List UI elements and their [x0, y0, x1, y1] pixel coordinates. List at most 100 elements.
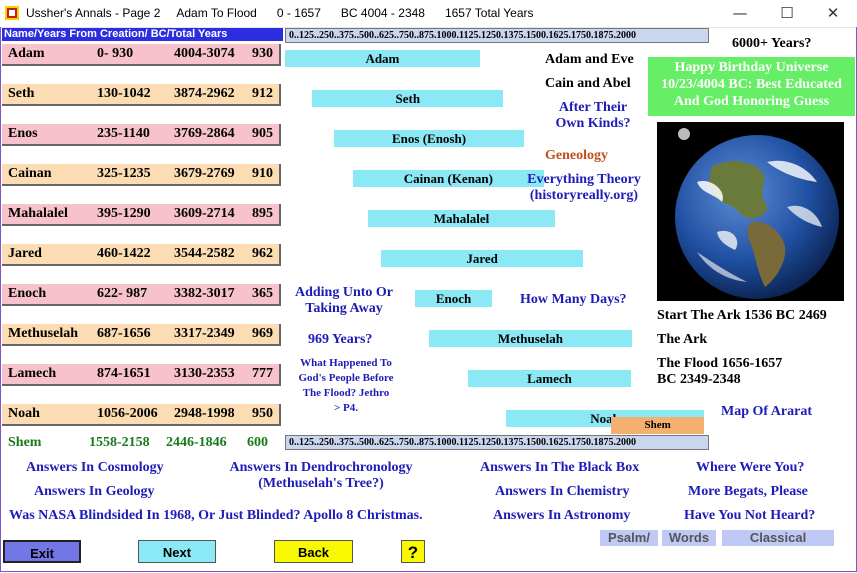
help-button[interactable]: ?: [401, 540, 425, 563]
dendrochronology-link[interactable]: Answers In Dendrochronology (Methuselah'…: [212, 460, 430, 492]
patriarch-name: Noah: [8, 406, 40, 421]
patriarch-total: 365: [252, 286, 273, 301]
adam-eve-link[interactable]: Adam and Eve: [545, 52, 634, 68]
earth-globe-icon: [675, 128, 839, 299]
patriarch-row[interactable]: Noah 1056-2006 2948-1998 950: [2, 404, 281, 426]
patriarch-bc: 3130-2353: [174, 366, 235, 381]
close-button[interactable]: ✕: [819, 2, 847, 24]
patriarch-row[interactable]: Cainan 325-1235 3679-2769 910: [2, 164, 281, 186]
shem-name: Shem: [8, 435, 42, 450]
patriarch-bc: 3317-2349: [174, 326, 235, 341]
lifespan-bar[interactable]: Cainan (Kenan): [353, 170, 544, 187]
classical-button[interactable]: Classical: [722, 530, 834, 546]
patriarch-years: 395-1290: [97, 206, 151, 221]
birthday-universe-link[interactable]: Happy Birthday Universe 10/23/4004 BC: B…: [648, 57, 855, 116]
patriarch-years: 460-1422: [97, 246, 151, 261]
patriarch-bc: 3679-2769: [174, 166, 235, 181]
next-button[interactable]: Next: [138, 540, 216, 563]
patriarch-name: Mahalalel: [8, 206, 68, 221]
the-ark-link[interactable]: The Ark: [657, 332, 707, 348]
patriarch-total: 969: [252, 326, 273, 341]
map-ararat-link[interactable]: Map Of Ararat: [721, 404, 812, 420]
patriarch-name: Seth: [8, 86, 35, 101]
patriarch-row[interactable]: Seth 130-1042 3874-2962 912: [2, 84, 281, 106]
patriarch-row[interactable]: Jared 460-1422 3544-2582 962: [2, 244, 281, 266]
shem-years: 1558-2158: [89, 435, 150, 450]
patriarch-years: 874-1651: [97, 366, 151, 381]
back-button[interactable]: Back: [274, 540, 353, 563]
patriarch-row[interactable]: Methuselah 687-1656 3317-2349 969: [2, 324, 281, 346]
lifespan-bar[interactable]: Enos (Enosh): [334, 130, 524, 147]
patriarch-name: Enoch: [8, 286, 47, 301]
patriarch-bc: 3769-2864: [174, 126, 235, 141]
timeline-scale-top: 0..125..250..375..500..625..750..875.100…: [285, 28, 709, 43]
patriarch-bc: 2948-1998: [174, 406, 235, 421]
lifespan-bar[interactable]: Mahalalel: [367, 210, 556, 227]
where-were-you-link[interactable]: Where Were You?: [696, 460, 804, 476]
patriarch-total: 905: [252, 126, 273, 141]
window-title: Ussher's Annals - Page 2 Adam To Flood 0…: [26, 6, 534, 20]
app-icon: [5, 6, 19, 20]
patriarch-years: 1056-2006: [97, 406, 158, 421]
not-heard-link[interactable]: Have You Not Heard?: [684, 508, 815, 524]
lifespan-bar[interactable]: Seth: [312, 90, 504, 107]
patriarch-bc: 3874-2962: [174, 86, 235, 101]
cosmology-link[interactable]: Answers In Cosmology: [26, 460, 164, 476]
psalm-button[interactable]: Psalm/: [600, 530, 658, 546]
patriarch-name: Enos: [8, 126, 38, 141]
patriarch-row[interactable]: Adam 0- 930 4004-3074 930: [2, 44, 281, 66]
flood-link[interactable]: The Flood 1656-1657 BC 2349-2348: [657, 356, 782, 388]
lifespan-bar[interactable]: Lamech: [468, 370, 631, 387]
patriarch-years: 130-1042: [97, 86, 151, 101]
timeline-scale-bottom: 0..125..250..375..500..625..750..875.100…: [285, 435, 709, 450]
patriarch-total: 950: [252, 406, 273, 421]
patriarch-row[interactable]: Enos 235-1140 3769-2864 905: [2, 124, 281, 146]
patriarch-years: 622- 987: [97, 286, 148, 301]
lifespan-bar[interactable]: Adam: [285, 50, 480, 67]
patriarch-name: Methuselah: [8, 326, 78, 341]
earth-image: [657, 122, 844, 301]
969-years-link[interactable]: 969 Years?: [308, 332, 372, 348]
astronomy-link[interactable]: Answers In Astronomy: [493, 508, 630, 524]
lifespan-bar[interactable]: Methuselah: [428, 330, 632, 347]
how-many-days-link[interactable]: How Many Days?: [520, 292, 627, 308]
shem-total: 600: [247, 435, 268, 450]
words-button[interactable]: Words: [662, 530, 716, 546]
title-bar: Ussher's Annals - Page 2 Adam To Flood 0…: [0, 0, 857, 28]
patriarch-years: 325-1235: [97, 166, 151, 181]
patriarch-total: 912: [252, 86, 273, 101]
everything-theory-link[interactable]: Everything Theory (historyreally.org): [518, 172, 650, 204]
more-begats-link[interactable]: More Begats, Please: [688, 484, 808, 500]
exit-button[interactable]: Exit: [3, 540, 81, 563]
patriarch-bc: 3544-2582: [174, 246, 235, 261]
patriarch-row[interactable]: Lamech 874-1651 3130-2353 777: [2, 364, 281, 386]
patriarch-bc: 4004-3074: [174, 46, 235, 61]
patriarch-total: 930: [252, 46, 273, 61]
patriarch-total: 962: [252, 246, 273, 261]
lifespan-bar[interactable]: Enoch: [415, 290, 492, 307]
patriarch-row[interactable]: Mahalalel 395-1290 3609-2714 895: [2, 204, 281, 226]
nasa-apollo-link[interactable]: Was NASA Blindsided In 1968, Or Just Bli…: [9, 508, 423, 524]
cain-abel-link[interactable]: Cain and Abel: [545, 76, 631, 92]
black-box-link[interactable]: Answers In The Black Box: [480, 460, 639, 476]
shem-lifespan-bar[interactable]: Shem: [611, 417, 704, 434]
patriarch-name: Jared: [8, 246, 42, 261]
chemistry-link[interactable]: Answers In Chemistry: [495, 484, 630, 500]
lifespan-bar[interactable]: Jared: [381, 250, 583, 267]
minimize-button[interactable]: —: [726, 2, 754, 24]
start-ark-link[interactable]: Start The Ark 1536 BC 2469: [657, 308, 827, 324]
geology-link[interactable]: Answers In Geology: [34, 484, 155, 500]
patriarch-total: 910: [252, 166, 273, 181]
what-happened-link[interactable]: What Happened To God's People Before The…: [285, 356, 407, 416]
patriarch-name: Adam: [8, 46, 45, 61]
after-kinds-link[interactable]: After Their Own Kinds?: [540, 100, 646, 132]
patriarch-bc: 3609-2714: [174, 206, 235, 221]
patriarch-row[interactable]: Enoch 622- 987 3382-3017 365: [2, 284, 281, 306]
patriarch-years: 687-1656: [97, 326, 151, 341]
shem-bc: 2446-1846: [166, 435, 227, 450]
column-header: Name/Years From Creation/ BC/Total Years: [2, 28, 283, 41]
adding-unto-link[interactable]: Adding Unto Or Taking Away: [287, 285, 401, 317]
geneology-link[interactable]: Geneology: [545, 148, 608, 164]
6000-years-link[interactable]: 6000+ Years?: [732, 36, 811, 52]
maximize-button[interactable]: ☐: [773, 2, 801, 24]
